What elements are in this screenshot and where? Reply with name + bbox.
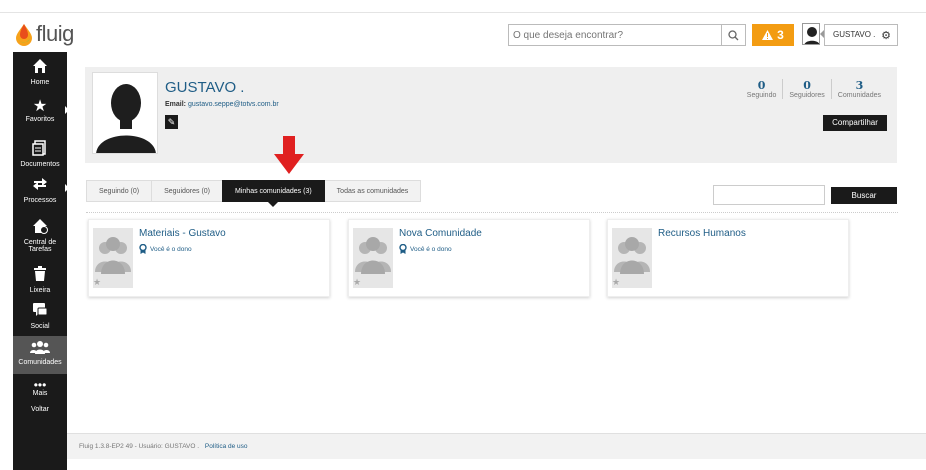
sidebar-item-home[interactable]: Home [13, 58, 67, 86]
sidebar-item-documentos[interactable]: Documentos [13, 140, 67, 168]
stat-label: Seguidores [789, 92, 825, 99]
search-button[interactable] [721, 25, 745, 45]
sidebar-item-label: Comunidades [18, 359, 62, 366]
tab-seguidores[interactable]: Seguidores (0) [151, 180, 224, 202]
tab-seguindo[interactable]: Seguindo (0) [86, 180, 153, 202]
gear-icon[interactable]: ⚙ [881, 29, 891, 42]
notifications-count: 3 [777, 28, 784, 42]
stat-comunidades[interactable]: 3 Comunidades [830, 79, 887, 99]
owner-text: Você é o dono [410, 245, 452, 253]
sidebar-item-label-line2: Tarefas [28, 246, 52, 253]
profile-avatar[interactable] [92, 72, 158, 154]
global-search[interactable] [508, 24, 746, 46]
sidebar-item-comunidades[interactable]: Comunidades [13, 336, 67, 374]
search-icon [728, 29, 739, 40]
warning-icon [762, 30, 774, 40]
processes-icon [13, 176, 67, 197]
owner-badge: Você é o dono [139, 244, 192, 254]
star-icon[interactable]: ★ [612, 277, 620, 288]
sidebar-item-mais[interactable]: ••• Mais [13, 378, 67, 397]
community-card[interactable]: ★ Materiais - Gustavo Você é o dono [88, 219, 330, 297]
communities-icon [13, 340, 67, 359]
owner-badge: Você é o dono [399, 244, 452, 254]
owner-text: Você é o dono [150, 245, 192, 253]
annotation-down-arrow-icon [274, 136, 304, 174]
sidebar-item-label: Lixeira [29, 287, 51, 294]
star-icon[interactable]: ★ [353, 277, 361, 288]
email-label: Email: [165, 101, 187, 108]
tasks-icon [13, 218, 67, 239]
profile-name: GUSTAVO . [165, 79, 245, 96]
community-search-input[interactable] [713, 185, 825, 205]
share-button[interactable]: Compartilhar [823, 115, 887, 131]
notifications-button[interactable]: 3 [752, 24, 794, 46]
pencil-icon: ✎ [167, 116, 176, 127]
footer: Fluig 1.3.8-EP2 49 - Usuário: GUSTAVO . … [67, 433, 926, 459]
sidebar-item-favoritos[interactable]: ★ Favoritos [13, 98, 69, 123]
profile-email: Email: gustavo.seppe@totvs.com.br [165, 101, 279, 108]
profile-stats: 0 Seguindo 0 Seguidores 3 Comunidades [741, 79, 887, 99]
sidebar-item-label: Voltar [31, 406, 49, 413]
fluig-logo[interactable]: fluig [14, 20, 74, 48]
documents-icon [13, 140, 67, 161]
home-icon [13, 58, 67, 79]
community-tabs: Seguindo (0) Seguidores (0) Minhas comun… [86, 180, 422, 207]
stat-value: 3 [855, 79, 864, 92]
main-content: GUSTAVO . Email: gustavo.seppe@totvs.com… [67, 52, 926, 470]
sidebar-item-social[interactable]: Social [13, 302, 67, 330]
stat-value: 0 [803, 79, 811, 92]
sidebar-item-label: Documentos [20, 161, 60, 168]
buscar-button[interactable]: Buscar [831, 187, 897, 204]
policy-link[interactable]: Política de uso [205, 443, 248, 450]
sidebar-item-label: Processos [23, 197, 57, 204]
sidebar-item-label: Mais [32, 390, 48, 397]
stat-seguidores[interactable]: 0 Seguidores [782, 79, 830, 99]
sidebar-item-central-de-tarefas[interactable]: Central de Tarefas [13, 218, 67, 253]
divider [86, 212, 898, 213]
sidebar-item-label: Social [30, 323, 50, 330]
stat-label: Seguindo [746, 92, 777, 99]
footer-version: Fluig 1.3.8-EP2 49 - Usuário: GUSTAVO . [79, 443, 200, 450]
sidebar-item-label: Home [30, 79, 50, 86]
stat-label: Comunidades [837, 92, 881, 99]
star-icon[interactable]: ★ [93, 277, 101, 288]
sidebar-item-voltar[interactable]: Voltar [13, 406, 67, 413]
stat-seguindo[interactable]: 0 Seguindo [741, 79, 783, 99]
community-title[interactable]: Nova Comunidade [399, 228, 482, 239]
top-divider [0, 12, 926, 13]
sidebar-item-lixeira[interactable]: Lixeira [13, 266, 67, 294]
community-card[interactable]: ★ Nova Comunidade Você é o dono [348, 219, 590, 297]
user-silhouette-icon [93, 73, 157, 153]
logo-drop-icon [16, 24, 32, 46]
tab-todas-as-comunidades[interactable]: Todas as comunidades [323, 180, 422, 202]
global-search-input[interactable] [509, 25, 719, 46]
sidebar: Home ★ Favoritos Documentos Processos Ce… [13, 52, 69, 470]
sidebar-item-processos[interactable]: Processos [13, 176, 69, 204]
tab-minhas-comunidades[interactable]: Minhas comunidades (3) [222, 180, 325, 207]
profile-header: GUSTAVO . Email: gustavo.seppe@totvs.com… [85, 67, 897, 163]
community-card[interactable]: ★ Recursos Humanos [607, 219, 849, 297]
community-title[interactable]: Recursos Humanos [658, 228, 746, 239]
stat-value: 0 [757, 79, 766, 92]
sidebar-item-label: Favoritos [25, 116, 55, 123]
ribbon-icon [139, 244, 147, 254]
star-icon: ★ [32, 98, 48, 115]
logo-text: fluig [36, 21, 74, 46]
trash-icon [13, 266, 67, 287]
edit-profile-button[interactable]: ✎ [165, 115, 178, 129]
sidebar-item-label-line1: Central de [23, 239, 57, 246]
chat-icon [13, 302, 67, 323]
user-menu-label: GUSTAVO . [833, 30, 876, 39]
community-title[interactable]: Materiais - Gustavo [139, 228, 226, 239]
more-icon: ••• [33, 378, 47, 392]
user-avatar-small[interactable] [802, 23, 820, 45]
email-value: gustavo.seppe@totvs.com.br [187, 101, 279, 108]
user-silhouette-icon [803, 24, 819, 44]
user-menu-button[interactable]: GUSTAVO . ⚙ [824, 24, 898, 46]
ribbon-icon [399, 244, 407, 254]
